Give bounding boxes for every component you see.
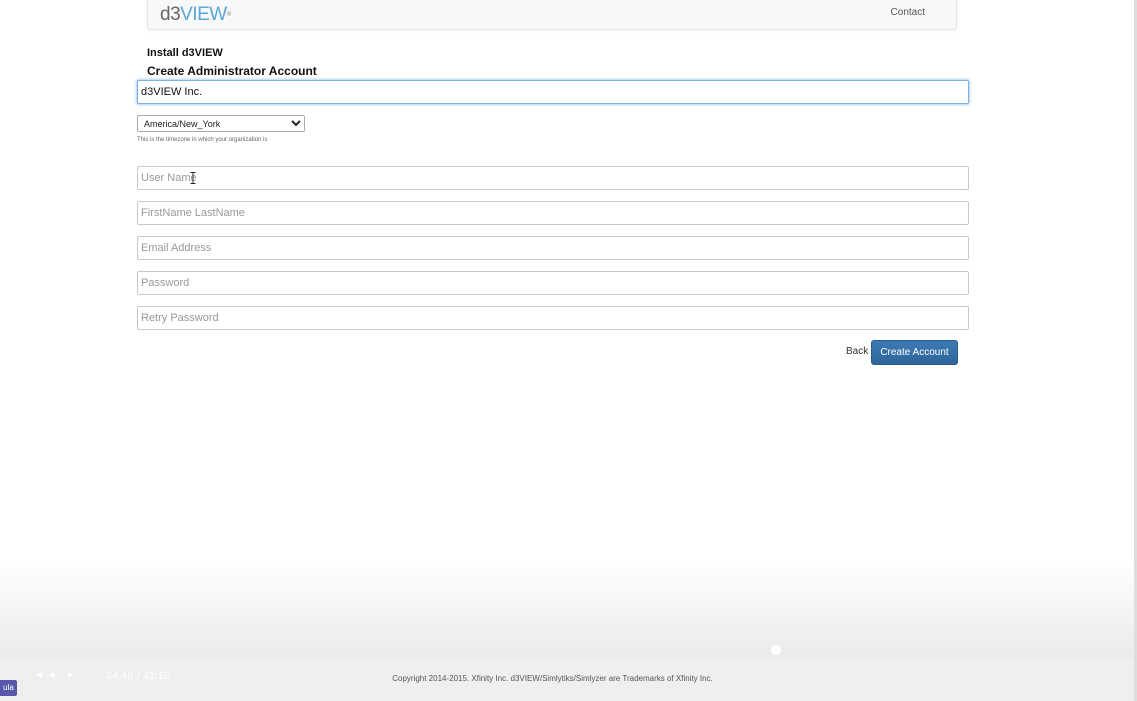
video-playback-controls[interactable]: ◄◄ ► [34, 670, 78, 681]
retry-password-input[interactable] [137, 306, 969, 330]
install-heading: Install d3VIEW [147, 47, 223, 59]
timezone-help-text: This is the timezone in which your organ… [137, 137, 268, 143]
text-cursor-icon [190, 172, 196, 184]
create-account-button[interactable]: Create Account [871, 340, 958, 365]
corner-badge[interactable]: ula [0, 680, 17, 696]
create-account-heading: Create Administrator Account [147, 64, 317, 78]
video-overlay-fade [0, 560, 1137, 659]
timezone-select[interactable]: America/New_York [137, 115, 305, 132]
username-input[interactable] [137, 166, 969, 190]
fullname-input[interactable] [137, 201, 969, 225]
password-input[interactable] [137, 271, 969, 295]
email-input[interactable] [137, 236, 969, 260]
organization-input[interactable] [137, 80, 969, 104]
nav-contact-link[interactable]: Contact [891, 7, 925, 18]
video-time-readout: 24:46 / 41:10 [106, 670, 171, 682]
video-progress-handle[interactable] [771, 645, 781, 655]
top-navbar: d3VIEW® Contact [147, 0, 957, 30]
back-link[interactable]: Back [846, 346, 868, 357]
d3view-logo[interactable]: d3VIEW® [160, 4, 231, 26]
